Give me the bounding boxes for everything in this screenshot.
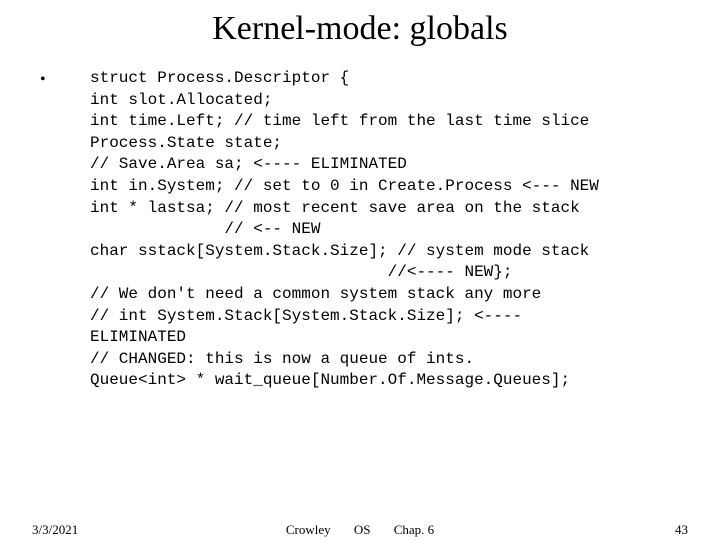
footer-author: Crowley bbox=[286, 522, 331, 538]
slide: Kernel-mode: globals • struct Process.De… bbox=[0, 0, 720, 540]
footer-center: Crowley OS Chap. 6 bbox=[0, 522, 720, 538]
footer-chapter: Chap. 6 bbox=[394, 522, 434, 538]
bullet-marker: • bbox=[40, 72, 46, 88]
footer-page-number: 43 bbox=[675, 522, 688, 538]
footer-course: OS bbox=[354, 522, 371, 538]
slide-body: • struct Process.Descriptor { int slot.A… bbox=[0, 48, 720, 392]
code-block: struct Process.Descriptor { int slot.All… bbox=[60, 68, 690, 392]
slide-title: Kernel-mode: globals bbox=[0, 0, 720, 48]
